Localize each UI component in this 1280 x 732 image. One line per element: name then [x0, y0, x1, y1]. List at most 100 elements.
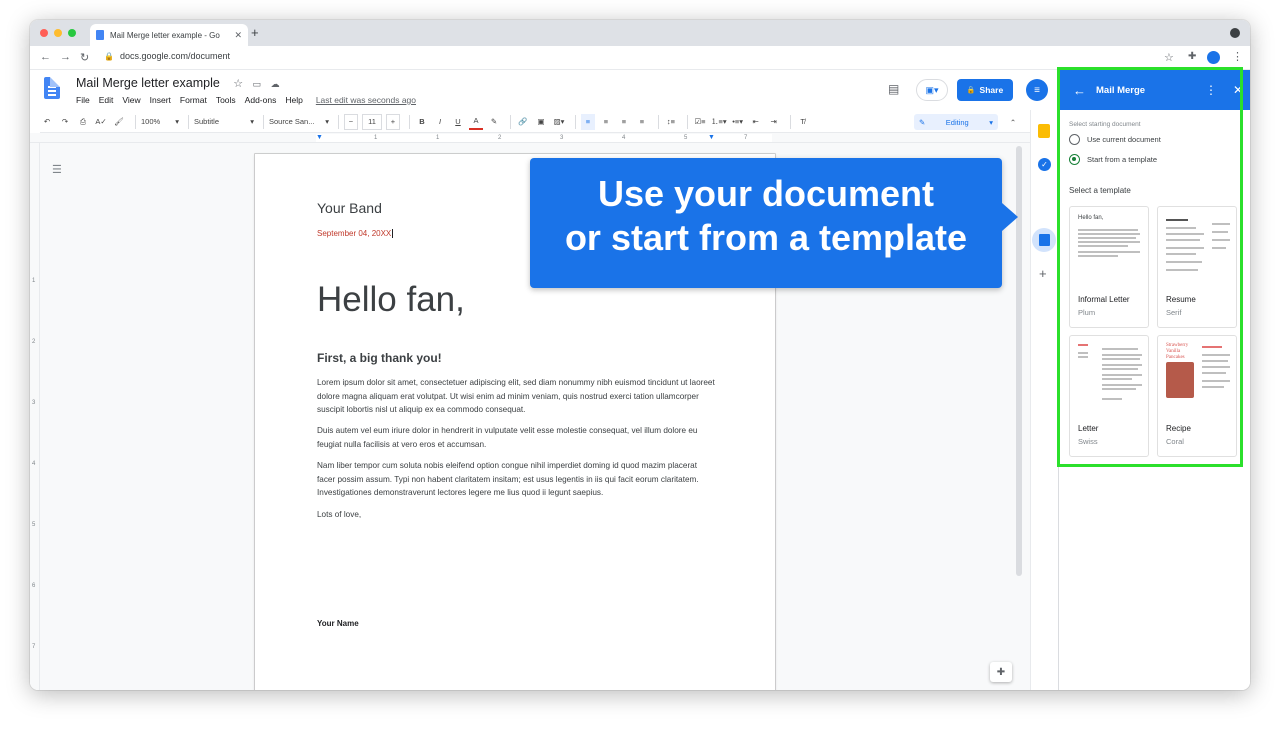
keep-icon[interactable] — [1038, 124, 1050, 138]
url-field[interactable]: 🔒 docs.google.com/document — [104, 51, 230, 61]
move-folder-icon[interactable]: ▭ — [253, 79, 262, 89]
minimize-window-dot[interactable] — [54, 29, 62, 37]
bulleted-list-icon[interactable]: •≡▾ — [731, 114, 745, 130]
browser-window: Mail Merge letter example - Go ✕ + ← → ↻… — [30, 20, 1250, 690]
font-select[interactable]: Source San... ▾ — [269, 114, 329, 130]
increase-indent-icon[interactable]: ⇥ — [767, 114, 781, 130]
share-button[interactable]: 🔒 Share — [957, 79, 1013, 101]
align-left-icon[interactable]: ≡ — [581, 113, 595, 130]
chevron-down-icon: ▾ — [989, 117, 993, 127]
align-right-icon[interactable]: ≡ — [617, 114, 631, 130]
last-edit-link[interactable]: Last edit was seconds ago — [316, 95, 416, 105]
zoom-select[interactable]: 100% ▾ — [141, 114, 179, 130]
toolbar-divider — [409, 114, 410, 129]
back-icon[interactable]: ← — [40, 51, 51, 63]
menu-edit[interactable]: Edit — [99, 95, 114, 105]
undo-icon[interactable]: ↶ — [40, 114, 54, 130]
ruler-number: 7 — [744, 135, 748, 141]
menu-tools[interactable]: Tools — [216, 95, 236, 105]
ruler-number: 3 — [32, 400, 36, 406]
toolbar-divider — [135, 114, 136, 129]
font-size-input[interactable]: 11 — [362, 113, 382, 130]
google-docs-logo-icon[interactable] — [44, 77, 60, 99]
toolbar-divider — [658, 114, 659, 129]
new-tab-icon[interactable]: + — [251, 25, 259, 40]
style-select[interactable]: Subtitle ▾ — [194, 114, 254, 130]
comment-history-icon[interactable]: ▤ — [888, 82, 899, 96]
insert-image-icon[interactable]: ▨▾ — [552, 114, 566, 130]
close-window-dot[interactable] — [40, 29, 48, 37]
ruler-number: 4 — [32, 461, 36, 467]
menu-file[interactable]: File — [76, 95, 90, 105]
menu-insert[interactable]: Insert — [150, 95, 171, 105]
reload-icon[interactable]: ↻ — [80, 51, 89, 64]
comment-icon[interactable]: ▣ — [534, 114, 548, 130]
pencil-icon: ✎ — [919, 117, 926, 127]
bookmark-star-icon[interactable]: ☆ — [1164, 51, 1174, 64]
decrease-indent-icon[interactable]: ⇤ — [749, 114, 763, 130]
close-tab-icon[interactable]: ✕ — [234, 30, 242, 41]
profile-menu-icon[interactable] — [1230, 28, 1240, 38]
line-spacing-icon[interactable]: ↕≡ — [664, 114, 678, 130]
tutorial-callout: Use your document or start from a templa… — [530, 158, 1018, 288]
right-indent-marker[interactable]: ▼ — [708, 134, 715, 142]
callout-line-1: Use your document — [597, 173, 935, 214]
increase-font-size-icon[interactable]: + — [386, 113, 400, 130]
menu-addons[interactable]: Add-ons — [245, 95, 277, 105]
editing-mode-value: Editing — [945, 117, 969, 127]
tab-title: Mail Merge letter example - Go — [110, 30, 220, 40]
numbered-list-icon[interactable]: ⒈≡▾ — [711, 114, 727, 130]
mail-merge-avatar-icon[interactable]: ≡ — [1026, 79, 1048, 101]
menu-view[interactable]: View — [122, 95, 140, 105]
toolbar-divider — [789, 114, 791, 129]
italic-icon[interactable]: I — [433, 114, 447, 130]
browser-menu-icon[interactable]: ⋮ — [1232, 50, 1243, 63]
maximize-window-dot[interactable] — [68, 29, 76, 37]
menu-help[interactable]: Help — [285, 95, 302, 105]
vertical-ruler: 1 2 3 4 5 6 7 — [30, 143, 40, 690]
underline-icon[interactable]: U — [451, 114, 465, 130]
menu-format[interactable]: Format — [180, 95, 207, 105]
ruler-number: 1 — [436, 135, 440, 141]
browser-tab[interactable]: Mail Merge letter example - Go ✕ — [90, 24, 248, 46]
lock-icon: 🔒 — [104, 51, 114, 61]
editing-mode-select[interactable]: ✎ Editing ▾ — [914, 114, 998, 130]
clear-formatting-icon[interactable]: T̸ — [796, 114, 810, 130]
redo-icon[interactable]: ↷ — [58, 114, 72, 130]
star-icon[interactable]: ☆ — [233, 78, 243, 90]
ruler-number: 2 — [32, 339, 36, 345]
mail-merge-extension-icon[interactable] — [1207, 51, 1220, 64]
checklist-icon[interactable]: ☑≡ — [693, 114, 707, 130]
forward-icon[interactable]: → — [60, 51, 71, 63]
ruler-number: 2 — [498, 135, 502, 141]
zoom-value: 100% — [141, 117, 161, 126]
ruler-number: 4 — [622, 135, 626, 141]
toolbar-divider — [263, 114, 264, 129]
collapse-toolbar-icon[interactable]: ⌃ — [1006, 114, 1020, 130]
decrease-font-size-icon[interactable]: − — [344, 113, 358, 130]
highlight-icon[interactable]: ✎ — [487, 114, 501, 130]
tasks-icon[interactable]: ✓ — [1038, 158, 1051, 171]
link-icon[interactable]: 🔗 — [516, 114, 530, 130]
closing-line: Lots of love, — [317, 510, 362, 519]
paint-format-icon[interactable]: 🖌 — [112, 114, 126, 130]
align-center-icon[interactable]: ≡ — [599, 114, 613, 130]
document-title[interactable]: Mail Merge letter example ☆ ▭ ☁ — [76, 76, 280, 90]
present-button[interactable]: ▣▾ — [916, 79, 948, 101]
mail-merge-glyph-icon — [1038, 234, 1050, 246]
get-addons-icon[interactable]: + — [1039, 266, 1047, 281]
paragraph-2: Duis autem vel eum iriure dolor in hendr… — [317, 426, 698, 449]
bold-icon[interactable]: B — [415, 114, 429, 130]
print-icon[interactable]: ⎙ — [76, 114, 90, 130]
extensions-icon[interactable]: ✚ — [1188, 51, 1196, 62]
document-outline-icon[interactable]: ☰ — [52, 163, 62, 176]
spellcheck-icon[interactable]: A✓ — [94, 114, 108, 130]
left-indent-marker[interactable]: ▼ — [316, 134, 323, 142]
mail-merge-addon-icon[interactable] — [1032, 228, 1056, 252]
justify-icon[interactable]: ≡ — [635, 114, 649, 130]
text-color-icon[interactable]: A — [469, 114, 483, 130]
toolbar-divider — [510, 114, 511, 129]
explore-icon[interactable]: ✚ — [990, 662, 1012, 682]
document-title-text: Mail Merge letter example — [76, 76, 220, 90]
toolbar-divider — [188, 114, 189, 129]
